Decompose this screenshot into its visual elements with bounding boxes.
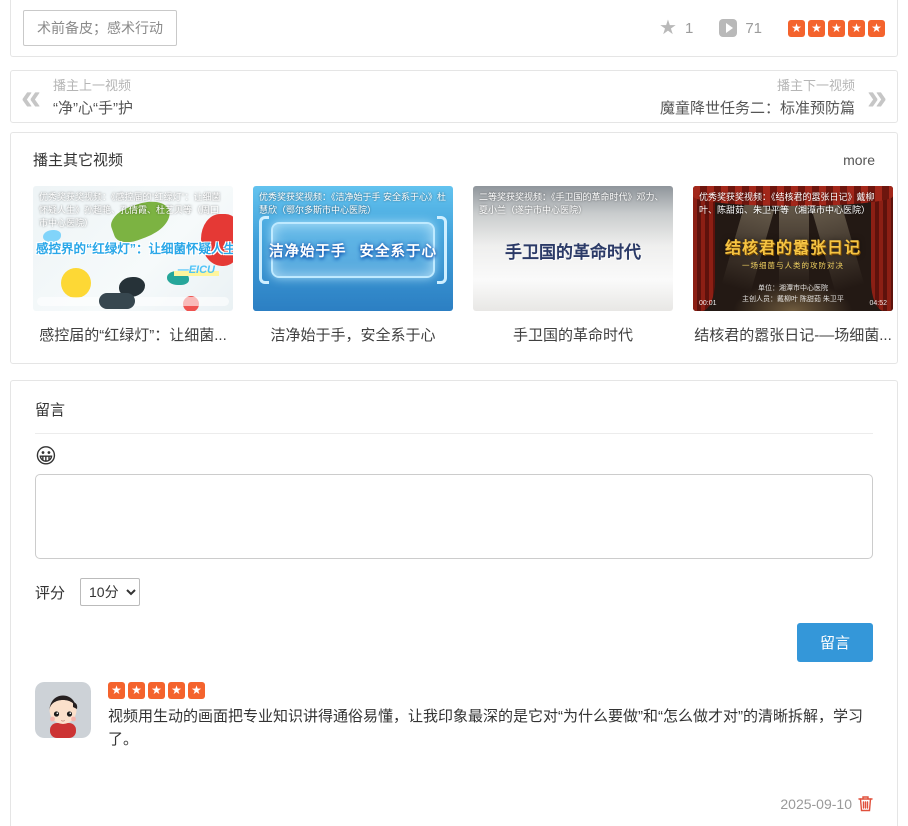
favorite-star-icon: ★ bbox=[659, 17, 677, 39]
rating-label: 评分 bbox=[35, 584, 66, 602]
rating-select[interactable]: 10分 bbox=[80, 578, 141, 606]
rating-star-icon[interactable]: ★ bbox=[808, 19, 825, 37]
rating-star-icon: ★ bbox=[128, 682, 145, 699]
thumbnail-main-title: 感控界的“红绿灯”：让细菌怀疑人生 bbox=[36, 242, 233, 256]
thumbnail-overlay-text: 优秀奖获奖视频：《洁净始于手 安全系于心》杜慧欣（鄂尔多斯市中心医院） bbox=[259, 192, 447, 216]
delete-comment-icon[interactable] bbox=[858, 795, 873, 812]
thumbnail-overlay-text: 优秀奖获奖视频：《结核君的嚣张日记》戴柳叶、陈甜茹、朱卫平等（湘潭市中心医院） bbox=[699, 192, 875, 216]
thumbnail-main-title: 洁净始于手 安全系于心 bbox=[268, 244, 438, 260]
submit-comment-button[interactable]: 留言 bbox=[796, 623, 873, 662]
play-count-icon bbox=[719, 19, 738, 37]
time-start: 00:01 bbox=[699, 300, 717, 307]
thumbnail-main-title: 手卫国的革命时代 bbox=[505, 243, 641, 262]
commenter-avatar bbox=[35, 682, 91, 738]
player-scrub-bar bbox=[37, 293, 229, 309]
video-caption-2[interactable]: 洁净始于手，安全系于心 bbox=[253, 324, 453, 345]
rating-star-icon: ★ bbox=[148, 682, 165, 699]
rating-star-icon: ★ bbox=[108, 682, 125, 699]
prev-video-link[interactable]: « 播主上一视频 “净”心“手”护 bbox=[21, 75, 133, 118]
favorite-count-group: ★ 1 bbox=[659, 18, 693, 38]
rating-star-icon[interactable]: ★ bbox=[828, 19, 845, 37]
video-thumbnail-1[interactable]: 优秀奖获奖视频：《感控届的“红绿灯”：让细菌怀疑人生》孙超艳、孔倩霞、杜艺贝等（… bbox=[33, 186, 233, 311]
video-thumbnail-row: 优秀奖获奖视频：《感控届的“红绿灯”：让细菌怀疑人生》孙超艳、孔倩霞、杜艺贝等（… bbox=[33, 186, 893, 345]
video-item-4[interactable]: 优秀奖获奖视频：《结核君的嚣张日记》戴柳叶、陈甜茹、朱卫平等（湘潭市中心医院） … bbox=[693, 186, 893, 345]
thumbnail-overlay-text: 优秀奖获奖视频：《感控届的“红绿灯”：让细菌怀疑人生》孙超艳、孔倩霞、杜艺贝等（… bbox=[39, 192, 221, 229]
thumbnail-credits: 单位：湘潭市中心医院 主创人员：戴柳叶 陈甜茹 朱卫平 bbox=[742, 285, 844, 303]
comments-card: 留言 😀 评分 10分 留言 ★ ★ ★ ★ ★ 视频用生动的画面把专业知识讲得… bbox=[10, 380, 898, 826]
comment-text: 视频用生动的画面把专业知识讲得通俗易懂，让我印象最深的是它对“为什么要做”和“怎… bbox=[108, 708, 863, 748]
video-item-3[interactable]: 二等奖获奖视频：《手卫国的革命时代》邓力、夏小兰（遂宁市中心医院） 手卫国的革命… bbox=[473, 186, 673, 345]
next-video-title[interactable]: 魔童降世任务二：标准预防篇 bbox=[660, 97, 855, 118]
rating-star-icon[interactable]: ★ bbox=[848, 19, 865, 37]
next-video-link[interactable]: 播主下一视频 魔童降世任务二：标准预防篇 » bbox=[660, 75, 887, 118]
time-end: 04:52 bbox=[869, 300, 887, 307]
rating-star-icon[interactable]: ★ bbox=[788, 19, 805, 37]
prev-next-nav-card: « 播主上一视频 “净”心“手”护 播主下一视频 魔童降世任务二：标准预防篇 » bbox=[10, 70, 898, 123]
comment-entry: ★ ★ ★ ★ ★ 视频用生动的画面把专业知识讲得通俗易懂，让我印象最深的是它对… bbox=[35, 682, 873, 751]
comment-date: 2025-09-10 bbox=[780, 795, 852, 812]
rating-star-icon: ★ bbox=[168, 682, 185, 699]
player-scrub-thumb bbox=[99, 293, 135, 309]
rating-star-icon[interactable]: ★ bbox=[868, 19, 885, 37]
rating-star-icon: ★ bbox=[188, 682, 205, 699]
comment-input[interactable] bbox=[35, 474, 873, 559]
view-count-group: 71 bbox=[719, 19, 762, 37]
thumbnail-main-title: 结核君的嚣张日记 bbox=[724, 240, 861, 257]
next-video-label: 播主下一视频 bbox=[776, 78, 855, 93]
prev-video-label: 播主上一视频 bbox=[53, 78, 132, 93]
paint-blob bbox=[61, 268, 91, 298]
video-thumbnail-4[interactable]: 优秀奖获奖视频：《结核君的嚣张日记》戴柳叶、陈甜茹、朱卫平等（湘潭市中心医院） … bbox=[693, 186, 893, 311]
view-count: 71 bbox=[745, 19, 762, 37]
video-item-1[interactable]: 优秀奖获奖视频：《感控届的“红绿灯”：让细菌怀疑人生》孙超艳、孔倩霞、杜艺贝等（… bbox=[33, 186, 233, 345]
comment-rating-stars: ★ ★ ★ ★ ★ bbox=[108, 682, 873, 699]
video-title-tag[interactable]: 术前备皮；感术行动 bbox=[23, 10, 177, 46]
chevron-right-icon[interactable]: » bbox=[867, 76, 887, 117]
video-title-card: 术前备皮；感术行动 ★ 1 71 ★ ★ ★ ★ ★ bbox=[10, 0, 898, 57]
video-caption-1[interactable]: 感控届的“红绿灯”：让细菌... bbox=[33, 324, 233, 345]
emoji-picker-button[interactable]: 😀 bbox=[35, 446, 57, 467]
video-thumbnail-2[interactable]: 优秀奖获奖视频：《洁净始于手 安全系于心》杜慧欣（鄂尔多斯市中心医院） 洁净始于… bbox=[253, 186, 453, 311]
thumbnail-subtitle: 一场细菌与人类的攻防对决 bbox=[742, 261, 844, 270]
video-rating-stars[interactable]: ★ ★ ★ ★ ★ bbox=[788, 19, 885, 37]
other-videos-title: 播主其它视频 bbox=[33, 152, 124, 169]
thumbnail-overlay-text: 二等奖获奖视频：《手卫国的革命时代》邓力、夏小兰（遂宁市中心医院） bbox=[479, 192, 664, 216]
thumbnail-signature: —EICU bbox=[173, 264, 219, 276]
video-thumbnail-3[interactable]: 二等奖获奖视频：《手卫国的革命时代》邓力、夏小兰（遂宁市中心医院） 手卫国的革命… bbox=[473, 186, 673, 311]
video-item-2[interactable]: 优秀奖获奖视频：《洁净始于手 安全系于心》杜慧欣（鄂尔多斯市中心医院） 洁净始于… bbox=[253, 186, 453, 345]
favorite-count: 1 bbox=[684, 19, 694, 37]
other-videos-card: 播主其它视频 more 优秀奖获奖视频：《感控届的“红绿灯”：让细菌怀疑人生》孙… bbox=[10, 132, 898, 364]
prev-video-title[interactable]: “净”心“手”护 bbox=[53, 97, 133, 118]
comments-section-title: 留言 bbox=[35, 399, 873, 434]
more-link[interactable]: more bbox=[843, 152, 875, 168]
video-caption-4[interactable]: 结核君的嚣张日记-—场细菌... bbox=[693, 324, 893, 345]
chevron-left-icon[interactable]: « bbox=[21, 76, 41, 117]
video-caption-3[interactable]: 手卫国的革命时代 bbox=[473, 324, 673, 345]
